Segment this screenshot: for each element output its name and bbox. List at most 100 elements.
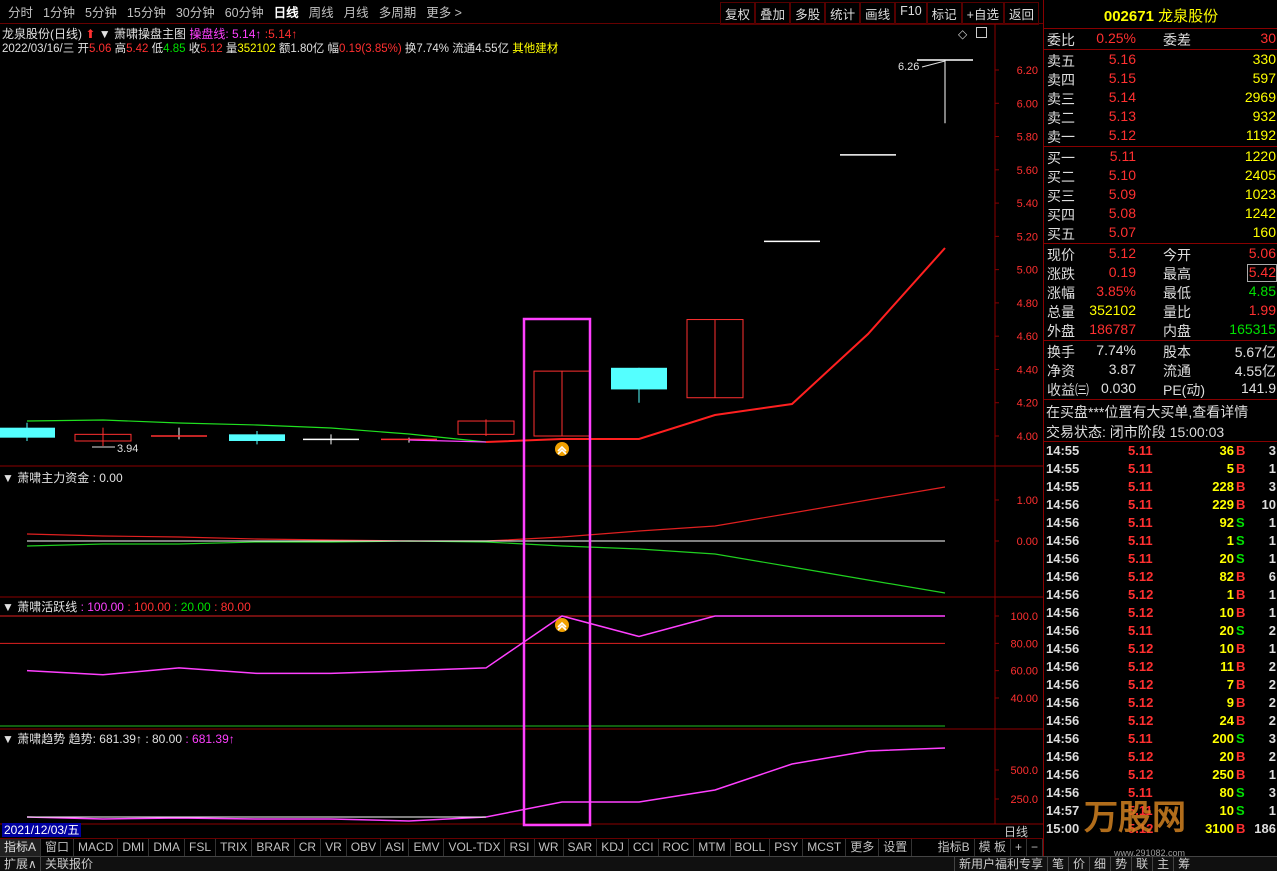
indicator-tab[interactable]: DMI: [118, 839, 150, 856]
indicator-tab[interactable]: PSY: [770, 839, 804, 856]
indicator-tab[interactable]: 窗口: [41, 839, 75, 856]
indicator-tab[interactable]: TRIX: [216, 839, 253, 856]
tick-row: 14:56 5.11 20 S 2: [1044, 623, 1277, 641]
stat-row[interactable]: 换手 7.74% 股本 5.67亿: [1044, 342, 1277, 361]
ask-row[interactable]: 卖一 5.12 1192: [1044, 127, 1277, 146]
period-tab[interactable]: 月线: [340, 2, 375, 21]
period-tab[interactable]: 30分钟: [172, 2, 221, 21]
stat-row[interactable]: 涨幅 3.85% 最低 4.85: [1044, 283, 1277, 302]
indicator-tab[interactable]: MACD: [74, 839, 119, 856]
bid-row[interactable]: 买四 5.08 1242: [1044, 205, 1277, 224]
indicator-tab[interactable]: CCI: [629, 839, 659, 856]
big-order-notice[interactable]: 在买盘***位置有大买单,查看详情: [1046, 402, 1248, 422]
toolbar-button[interactable]: F10: [895, 2, 927, 25]
stat-row[interactable]: 总量 352102 量比 1.99: [1044, 302, 1277, 321]
period-tab[interactable]: 更多 >: [422, 2, 468, 21]
status-tab[interactable]: 主: [1152, 857, 1173, 871]
stat-row[interactable]: 外盘 186787 内盘 165315: [1044, 321, 1277, 340]
status-tab[interactable]: 筹: [1173, 857, 1194, 871]
toolbar-button[interactable]: 叠加: [755, 2, 791, 25]
quote-line: 2022/03/16/三 开5.06 高5.42 低4.85 收5.12 量35…: [2, 40, 558, 56]
period-tab[interactable]: 分时: [4, 2, 39, 21]
period-tab[interactable]: 60分钟: [221, 2, 270, 21]
tick-count: 1: [1268, 767, 1276, 782]
ask-row[interactable]: 卖四 5.15 597: [1044, 70, 1277, 89]
indicator-tab[interactable]: 设置: [879, 839, 913, 856]
bid-row[interactable]: 买一 5.11 1220: [1044, 148, 1277, 167]
bid-price: 5.10: [1108, 167, 1136, 183]
indicator-tab[interactable]: 更多: [846, 839, 880, 856]
indicator-tab[interactable]: FSL: [185, 839, 217, 856]
stat-value: 0.19: [1108, 264, 1136, 280]
indicator-tab-right[interactable]: 模 板: [975, 839, 1011, 856]
status-tab[interactable]: 细: [1089, 857, 1110, 871]
toolbar-button[interactable]: 复权: [720, 2, 756, 25]
indicator-tab[interactable]: VOL-TDX: [444, 839, 506, 856]
indicator-tab[interactable]: SAR: [564, 839, 598, 856]
stat-row[interactable]: 收益㈢ 0.030 PE(动) 141.9: [1044, 380, 1277, 399]
indicator-tab[interactable]: RSI: [505, 839, 535, 856]
toolbar-button[interactable]: 标记: [926, 2, 962, 25]
tick-row: 14:55 5.11 36 B 3: [1044, 443, 1277, 461]
sector[interactable]: 其他建材: [512, 43, 558, 55]
stat-row[interactable]: 涨跌 0.19 最高 5.42: [1044, 264, 1277, 283]
bid-row[interactable]: 买三 5.09 1023: [1044, 186, 1277, 205]
stat-value: 5.67亿: [1234, 344, 1276, 360]
toolbar-button[interactable]: 统计: [825, 2, 861, 25]
window-icon[interactable]: [976, 27, 987, 38]
indicator-tab-right[interactable]: −: [1027, 839, 1043, 856]
period-tab[interactable]: 多周期: [375, 2, 423, 21]
status-tab[interactable]: 笔: [1047, 857, 1068, 871]
chevron-down-icon[interactable]: ▼: [2, 732, 14, 746]
toolbar-button[interactable]: 返回: [1003, 2, 1039, 25]
ask-volume: 2969: [1244, 89, 1276, 105]
stat-row[interactable]: 现价 5.12 今开 5.06: [1044, 245, 1277, 264]
indicator-tab[interactable]: BOLL: [731, 839, 771, 856]
indicator-tab[interactable]: ROC: [659, 839, 695, 856]
tick-count: 186: [1254, 821, 1276, 836]
tick-time: 14:56: [1046, 533, 1080, 548]
chevron-down-icon[interactable]: ▼: [2, 471, 14, 485]
related-quote-button[interactable]: 关联报价: [40, 857, 97, 871]
ask-row[interactable]: 卖五 5.16 330: [1044, 51, 1277, 70]
ask-row[interactable]: 卖三 5.14 2969: [1044, 89, 1277, 108]
indicator-tab[interactable]: ASI: [381, 839, 410, 856]
kline-chart[interactable]: 6.20 6.00 5.80 5.60 5.40 5.20 5.00 4.80 4.60 4.40…: [0, 24, 1043, 838]
period-tab[interactable]: 日线: [270, 2, 305, 21]
status-tab[interactable]: 势: [1110, 857, 1131, 871]
period-tab[interactable]: 1分钟: [39, 2, 81, 21]
tick-volume: 3100: [1205, 821, 1234, 836]
period-tab[interactable]: 周线: [305, 2, 340, 21]
expand-button[interactable]: 扩展∧: [0, 857, 41, 871]
toolbar-button[interactable]: 多股: [790, 2, 826, 25]
indicator-tab[interactable]: BRAR: [252, 839, 295, 856]
indicator-tab[interactable]: OBV: [347, 839, 382, 856]
ask-row[interactable]: 卖二 5.13 932: [1044, 108, 1277, 127]
indicator-tab[interactable]: KDJ: [597, 839, 629, 856]
tick-count: 1: [1268, 587, 1276, 602]
indicator-tab[interactable]: DMA: [149, 839, 186, 856]
toolbar-button[interactable]: 画线: [860, 2, 896, 25]
toolbar-button[interactable]: +自选: [961, 2, 1004, 25]
indicator-tab-right[interactable]: +: [1011, 839, 1027, 856]
bid-row[interactable]: 买二 5.10 2405: [1044, 167, 1277, 186]
chevron-down-icon[interactable]: ▼: [2, 600, 14, 614]
indicator-tab[interactable]: CR: [295, 839, 322, 856]
period-tab[interactable]: 5分钟: [81, 2, 123, 21]
stat-row[interactable]: 净资 3.87 流通 4.55亿: [1044, 361, 1277, 380]
status-tab[interactable]: 价: [1068, 857, 1089, 871]
indicator-tab-right[interactable]: 指标B: [934, 839, 975, 856]
indicator-tab[interactable]: MCST: [803, 839, 847, 856]
status-tab[interactable]: 新用户福利专享: [954, 857, 1047, 871]
indicator-tab[interactable]: 指标A: [0, 839, 42, 856]
indicator-tab[interactable]: VR: [321, 839, 347, 856]
bid-row[interactable]: 买五 5.07 160: [1044, 224, 1277, 243]
diamond-icon[interactable]: ◇: [958, 27, 967, 41]
chevron-down-icon[interactable]: ▼: [99, 27, 111, 41]
indicator-tab[interactable]: WR: [535, 839, 564, 856]
indicator-tab[interactable]: MTM: [694, 839, 731, 856]
status-tab[interactable]: 联: [1131, 857, 1152, 871]
period-tab[interactable]: 15分钟: [123, 2, 172, 21]
formula-name[interactable]: 萧啸操盘主图: [114, 27, 186, 41]
indicator-tab[interactable]: EMV: [409, 839, 445, 856]
